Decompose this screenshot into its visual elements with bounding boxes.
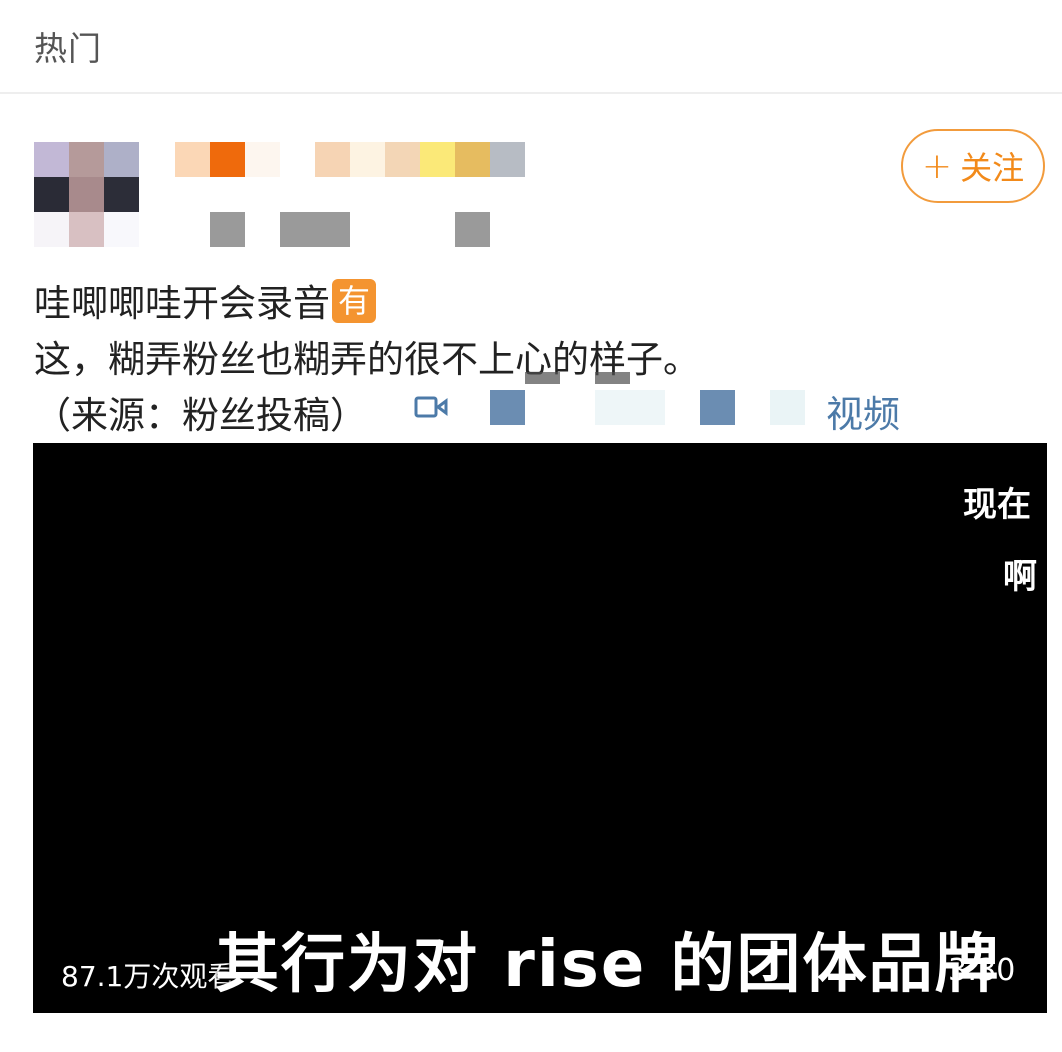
badge-icon: 有: [332, 279, 376, 323]
follow-button[interactable]: + 关注: [901, 129, 1045, 203]
avatar[interactable]: [34, 142, 140, 248]
post-line-1: 哇唧唧哇开会录音有: [34, 276, 700, 332]
plus-icon: +: [921, 145, 953, 187]
video-duration: 3:30: [948, 953, 1016, 988]
video-overlay-text-1: 现在: [963, 485, 1031, 525]
video-overlay-text-2: 啊: [1003, 557, 1037, 597]
video-subtitle: 其行为对 rise 的团体品牌: [215, 928, 1001, 1002]
view-count: 87.1万次观看: [61, 960, 236, 993]
video-camera-icon: [414, 396, 448, 418]
page-title[interactable]: 热门: [34, 22, 102, 70]
video-link-label: 视频: [826, 393, 900, 436]
follow-label: 关注: [960, 149, 1025, 187]
video-player[interactable]: 现在 啊 87.1万次观看 其行为对 rise 的团体品牌 3:30: [33, 443, 1047, 1013]
top-bar: 热门: [0, 0, 1062, 94]
